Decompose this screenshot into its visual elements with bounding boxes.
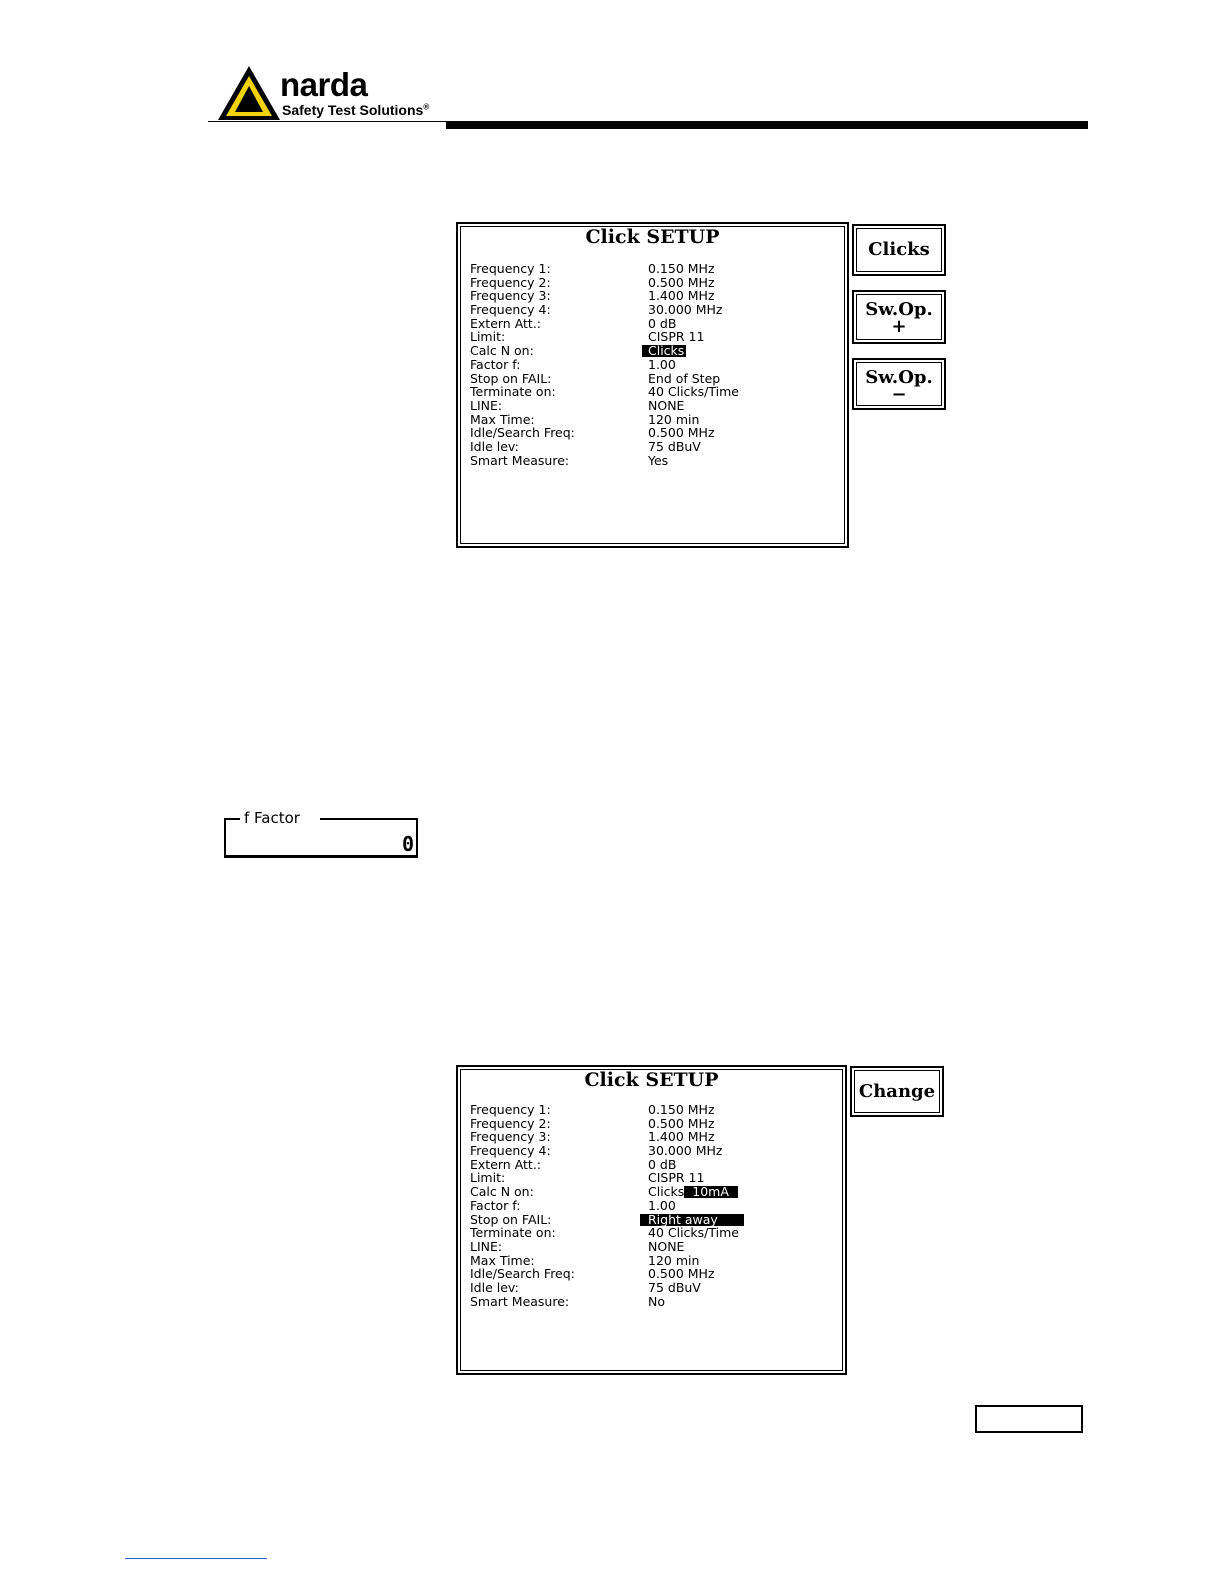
setting-row-terminate-on: Terminate on: 40 Clicks/Time: [470, 1225, 739, 1241]
setting-row-max-time: Max Time: 120 min: [470, 1252, 700, 1268]
setting-row-frequency-2: Frequency 2: 0.500 MHz: [470, 274, 715, 290]
setting-row-stop-on-fail[interactable]: Stop on FAIL: Right away: [470, 1212, 841, 1227]
setting-row-frequency-3: Frequency 3: 1.400 MHz: [470, 288, 715, 304]
setting-row-stop-on-fail: Stop on FAIL: End of Step: [470, 370, 721, 386]
setting-row-frequency-1: Frequency 1: 0.150 MHz: [470, 1102, 715, 1117]
click-setup-screen-2: Click SETUP Frequency 1: 0.150 MHz Freque…: [456, 1065, 847, 1375]
sw-op-minus-softkey[interactable]: Sw.Op. −: [852, 358, 946, 410]
clicks-softkey[interactable]: Clicks: [852, 224, 946, 276]
settings-list: Frequency 1: 0.150 MHz Frequency 2: 0.500 …: [470, 1103, 841, 1308]
header-thin-rule: [208, 121, 448, 122]
setting-row-frequency-2: Frequency 2: 0.500 MHz: [470, 1115, 715, 1131]
brand-name: narda: [280, 66, 368, 103]
narda-logo: narda Safety Test Solutions®: [216, 64, 456, 124]
setting-row-idle-search-freq: Idle/Search Freq: 0.500 MHz: [470, 1266, 715, 1282]
page-number-box: [975, 1405, 1083, 1433]
brand-tagline: Safety Test Solutions®: [282, 102, 430, 118]
settings-list: Frequency 1: 0.150 MHz Frequency 2: 0.500 …: [470, 262, 843, 467]
screen-title: Click SETUP: [585, 226, 720, 248]
selected-value[interactable]: Clicks: [648, 344, 684, 358]
setting-row-idle-lev: Idle lev: 75 dBuV: [470, 438, 701, 454]
selected-value[interactable]: 10mA: [684, 1184, 729, 1199]
setting-row-calc-n-on[interactable]: Calc N on: Clicks: [470, 344, 843, 358]
setting-row-limit: Limit: CISPR 11: [470, 1170, 705, 1186]
setting-row-idle-search-freq: Idle/Search Freq: 0.500 MHz: [470, 425, 715, 441]
f-factor-field[interactable]: f Factor 0: [224, 809, 420, 860]
setting-row-max-time: Max Time: 120 min: [470, 411, 700, 427]
setting-row-frequency-3: Frequency 3: 1.400 MHz: [470, 1129, 715, 1145]
f-factor-value[interactable]: 0: [402, 832, 414, 856]
setting-row-idle-lev: Idle lev: 75 dBuV: [470, 1279, 701, 1295]
warning-triangle-logo-icon: [218, 66, 280, 120]
setting-row-line: LINE: NONE: [470, 1238, 685, 1254]
f-factor-label: f Factor: [244, 809, 300, 827]
change-softkey[interactable]: Change: [850, 1066, 944, 1117]
setting-row-extern-att: Extern Att.: 0 dB: [470, 1156, 677, 1172]
sw-op-plus-softkey[interactable]: Sw.Op. +: [852, 290, 946, 344]
setting-row-frequency-4: Frequency 4: 30.000 MHz: [470, 1143, 723, 1159]
setting-row-calc-n-on[interactable]: Calc N on: Clicks 10mA: [470, 1185, 841, 1199]
setting-row-frequency-4: Frequency 4: 30.000 MHz: [470, 302, 723, 318]
setting-row-terminate-on: Terminate on: 40 Clicks/Time: [470, 384, 739, 400]
setting-row-extern-att: Extern Att.: 0 dB: [470, 315, 677, 331]
setting-row-frequency-1: Frequency 1: 0.150 MHz: [470, 261, 715, 276]
click-setup-screen-1: Click SETUP Frequency 1: 0.150 MHz Freque…: [456, 222, 849, 548]
setting-row-smart-measure: Smart Measure: No: [470, 1293, 665, 1309]
setting-row-smart-measure: Smart Measure: Yes: [470, 452, 669, 468]
setting-row-factor-f: Factor f: 1.00: [470, 1197, 676, 1213]
screen-title: Click SETUP: [584, 1069, 719, 1091]
footer-link-underline[interactable]: [125, 1558, 267, 1559]
header-thick-rule: [446, 121, 1088, 129]
setting-row-line: LINE: NONE: [470, 397, 685, 413]
setting-row-factor-f: Factor f: 1.00: [470, 356, 676, 372]
